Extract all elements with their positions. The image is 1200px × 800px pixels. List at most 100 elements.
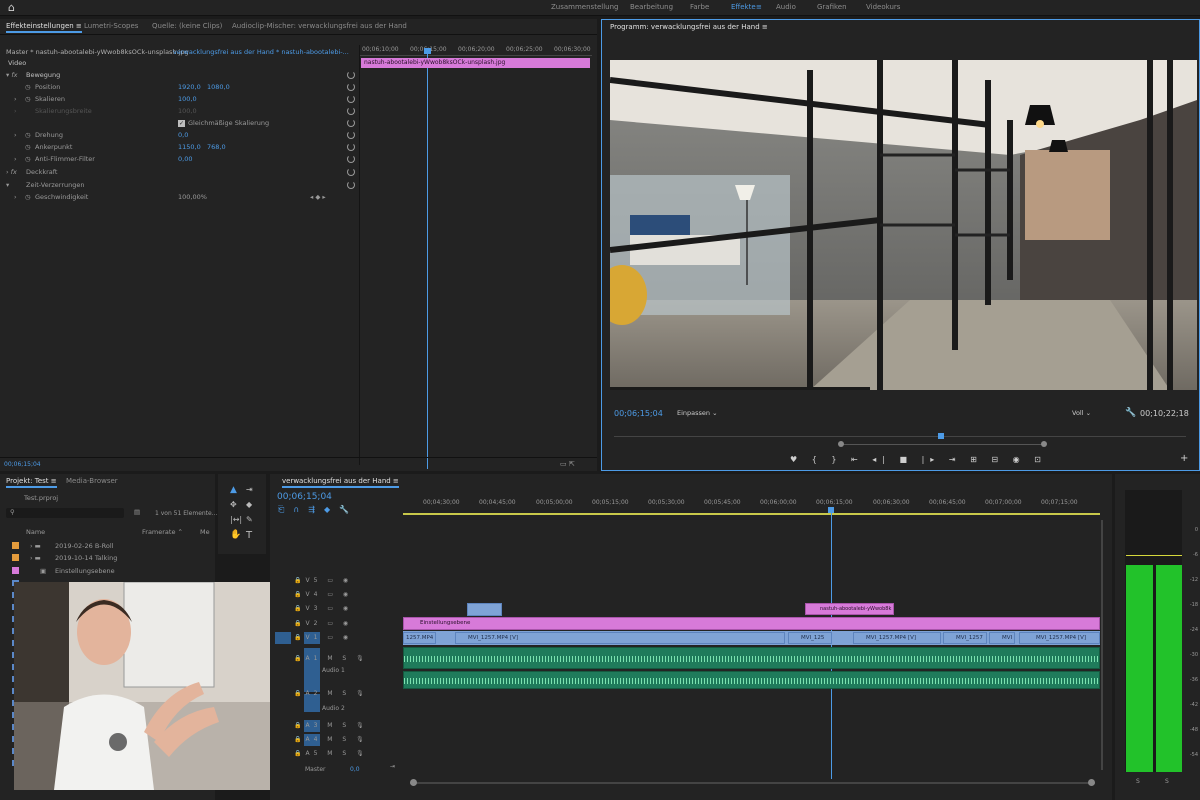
col-rate-header[interactable]: Framerate ⌃ [142,528,183,536]
track-header-v5[interactable]: 🔒V5 ▭ ◉ [294,577,352,584]
video-clip[interactable]: MVI_1257.MP4 [V] [1019,632,1100,644]
playhead-line[interactable] [427,49,428,469]
bin-folder-icon[interactable]: › ▬ [30,554,41,562]
uniform-scale-checkbox[interactable]: ✓ [178,120,185,127]
slip-tool-icon[interactable]: |↔| [230,515,242,524]
ripple-edit-tool-icon[interactable]: ✥ [230,500,237,509]
v1-track-clips[interactable]: 1257.MP4 [V] MVI_1257.MP4 [V] MVI_125 MV… [403,631,1100,645]
stopwatch-icon[interactable]: ◷ [25,95,31,103]
workspace-tab[interactable]: Zusammenstellung [551,3,618,11]
workspace-tab[interactable]: Grafiken [817,3,847,11]
expand-icon[interactable]: › [14,131,17,139]
workspace-menu-icon[interactable]: ≡ [756,3,762,11]
reset-icon[interactable] [347,155,355,163]
stopwatch-icon[interactable]: ◷ [25,131,31,139]
clip-v3[interactable] [467,603,502,616]
disclosure-icon[interactable]: ▾ fx [6,71,17,79]
reset-icon[interactable] [347,107,355,115]
effect-ruler[interactable]: 00;06;10;00 00;06;15;00 00;06;20;00 00;0… [360,45,592,56]
tab-sequence[interactable]: verwacklungsfrei aus der Hand ≡ [282,474,399,488]
reset-icon[interactable] [347,83,355,91]
reset-icon[interactable] [347,143,355,151]
reset-icon[interactable] [347,131,355,139]
video-clip[interactable]: MVI_1257.MP4 [V] [853,632,941,644]
reset-icon[interactable] [347,95,355,103]
track-header-a4[interactable]: 🔒A4 M S 🎙 [294,736,368,743]
scroll-handle-right[interactable] [1088,779,1095,786]
expand-icon[interactable]: › [14,193,17,201]
video-clip[interactable]: MVI_125 [788,632,832,644]
track-header-v4[interactable]: 🔒V4 ▭ ◉ [294,591,352,598]
stopwatch-icon[interactable]: ◷ [25,193,31,201]
tab-source[interactable]: Quelle: (keine Clips) [152,19,222,33]
add-button-icon[interactable]: + [1180,453,1188,464]
wrench-icon[interactable]: 🔧 [1125,408,1136,418]
label-color-swatch[interactable] [12,554,19,561]
disclosure-icon[interactable]: › fx [6,168,17,176]
anchor-y-value[interactable]: 768,0 [207,143,226,151]
video-clip[interactable]: MVI_1257 [943,632,987,644]
audio-clip-a2[interactable] [403,671,1100,689]
bin-item[interactable]: Einstellungsebene [55,567,115,575]
reset-icon[interactable] [347,119,355,127]
vertical-scrollbar[interactable] [1101,520,1103,770]
track-header-v2[interactable]: 🔒V2 ▭ ◉ [294,620,352,627]
speed-value[interactable]: 100,00% [178,193,207,201]
position-x-value[interactable]: 1920,0 [178,83,201,91]
timeline-ruler[interactable]: 00;04;30;00 00;04;45;00 00;05;00;00 00;0… [403,497,1099,509]
expand-icon[interactable]: › [14,155,17,163]
razor-tool-icon[interactable]: ◆ [246,500,252,509]
scale-value[interactable]: 100,0 [178,95,197,103]
tab-project[interactable]: Projekt: Test ≡ [6,474,57,488]
footer-controls-icon[interactable]: ▭ ⇱ [560,460,575,468]
reset-icon[interactable] [347,71,355,79]
label-color-swatch[interactable] [12,542,19,549]
effect-clip-bar[interactable]: nastuh-abootalebi-yWwob8ksOCk-unsplash.j… [361,58,590,68]
source-patch-v1[interactable] [275,632,291,644]
track-select-tool-icon[interactable]: ⇥ [246,485,253,494]
workspace-tab[interactable]: Farbe [690,3,709,11]
new-bin-icon[interactable]: ▤ [134,508,140,516]
zoom-handle-left[interactable] [838,441,844,447]
pen-tool-icon[interactable]: ✎ [246,515,253,524]
timeline-scrollbar[interactable] [410,782,1095,784]
timeline-toolbar-icons[interactable]: ⎗∩⇶◆🔧 [278,505,358,515]
master-end-icon[interactable]: ⇥ [390,763,395,770]
stopwatch-icon[interactable]: ◷ [25,155,31,163]
adjustment-layer-clip[interactable]: Einstellungsebene [403,617,1100,630]
program-video-frame[interactable] [610,60,1197,390]
timeline-timecode[interactable]: 00;06;15;04 [277,492,332,502]
disclosure-icon[interactable]: ▾ [6,181,9,189]
workspace-tab[interactable]: Videokurs [866,3,900,11]
col-media-header[interactable]: Me [200,528,210,536]
bin-folder-icon[interactable]: › ▬ [30,542,41,550]
expand-icon[interactable]: › [14,95,17,103]
anti-flicker-value[interactable]: 0,00 [178,155,192,163]
quality-dropdown[interactable]: Voll ⌄ [1072,409,1091,417]
keyframe-nav-icon[interactable]: ◂ ◆ ▸ [310,193,326,201]
timeline-playhead-line[interactable] [831,513,832,779]
project-search-input[interactable] [6,508,124,518]
workspace-tab[interactable]: Audio [776,3,796,11]
master-volume-value[interactable]: 0,0 [350,766,360,773]
track-header-a2[interactable]: 🔒A2 M S 🎙 [294,690,368,697]
workspace-tab[interactable]: Bearbeitung [630,3,673,11]
bin-item[interactable]: 2019-02-26 B-Roll [55,542,113,550]
track-header-a1[interactable]: 🔒A1 M S 🎙 [294,655,368,662]
bin-item[interactable]: 2019-10-14 Talking [55,554,117,562]
col-name-header[interactable]: Name [26,528,45,536]
expand-icon[interactable]: › [14,107,17,115]
program-scrub-bar[interactable] [614,436,1186,437]
scroll-handle-left[interactable] [410,779,417,786]
label-color-swatch[interactable] [12,567,19,574]
program-timecode[interactable]: 00;06;15;04 [614,409,663,418]
video-clip[interactable]: 1257.MP4 [V] [403,632,436,644]
tab-audio-clip-mixer[interactable]: Audioclip-Mischer: verwacklungsfrei aus … [232,19,407,33]
opacity-label[interactable]: Deckkraft [26,168,57,176]
effect-timecode[interactable]: 00;06;15;04 [4,461,41,468]
rotation-value[interactable]: 0,0 [178,131,188,139]
workspace-tab-active[interactable]: Effekte [731,3,756,11]
motion-label[interactable]: Bewegung [26,71,60,79]
fit-dropdown[interactable]: Einpassen ⌄ [677,409,718,417]
home-icon[interactable]: ⌂ [8,2,22,14]
